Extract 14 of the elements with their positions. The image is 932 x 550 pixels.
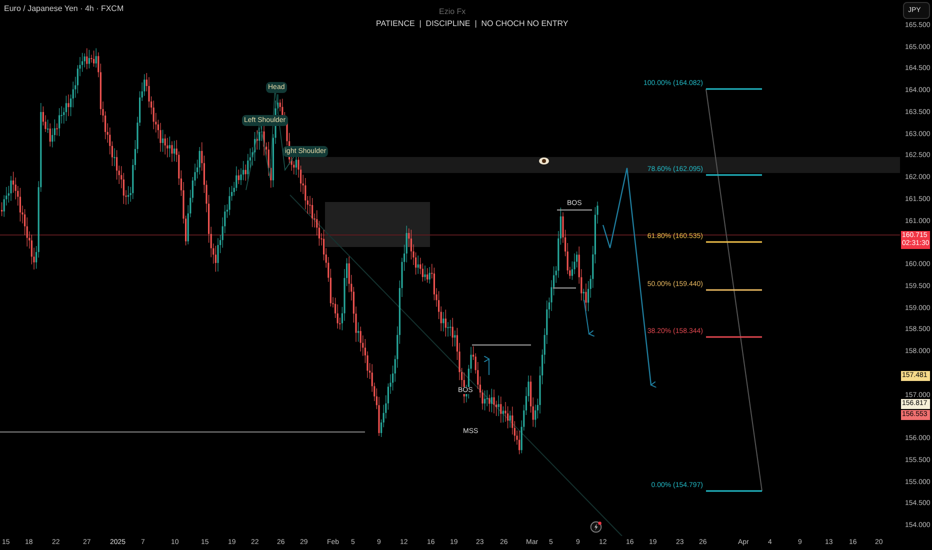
- up-arrow: [484, 356, 490, 376]
- fib-level-line: [706, 289, 762, 291]
- fib-level-line: [706, 241, 762, 243]
- eye-icon: [539, 157, 549, 165]
- fib-level-line: [706, 490, 762, 492]
- strategy-note: PATIENCE | DISCIPLINE | NO CHOCH NO ENTRY: [376, 20, 568, 28]
- watermark-text: Ezio Fx: [439, 8, 466, 16]
- down-arrow: [584, 300, 595, 337]
- fib-level-line: [706, 174, 762, 176]
- chart-title: Euro / Japanese Yen · 4h · FXCM: [4, 5, 124, 13]
- lightning-icon: [590, 521, 602, 533]
- fib-level-line: [706, 88, 762, 90]
- fib-level-line: [706, 336, 762, 338]
- bos-line: [472, 344, 532, 346]
